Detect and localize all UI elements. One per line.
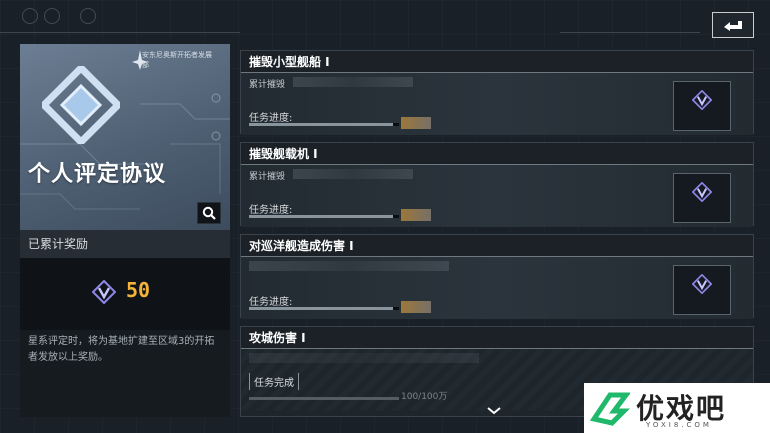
mission-card[interactable]: 摧毁小型舰船 I 累计摧毁 任务进度: [240,50,754,135]
progress-label: 任务进度: [249,205,293,216]
diamond-emblem-icon [42,66,120,144]
progress-value [401,209,431,221]
progress-value: 100/100万 [401,392,448,402]
v-badge-icon [692,182,712,202]
mission-reward-slot[interactable] [673,265,731,315]
mission-body: 任务进度: [241,257,753,319]
magnifier-icon [202,206,216,220]
v-badge-icon [692,274,712,294]
mission-card[interactable]: 摧毁舰载机 I 累计摧毁 任务进度: [240,142,754,227]
mission-body: 累计摧毁 任务进度: [241,73,753,135]
blurred-text [249,353,479,363]
back-button[interactable] [712,12,754,38]
watermark: 优戏吧 YOXI8.COM [584,383,770,433]
divider [0,32,240,33]
progress-value [401,301,431,313]
mission-title: 摧毁小型舰船 I [241,51,753,73]
mission-reward-slot[interactable] [673,173,731,223]
progress-label: 任务进度: [249,113,293,124]
mission-complete-tag: 任务完成 [249,373,299,390]
rewards-display: 50 [20,258,230,330]
progress-value [401,117,431,129]
mission-count-label: 累计摧毁 [249,80,286,90]
mission-title: 攻城伤害 I [241,327,753,349]
mission-card[interactable]: 对巡洋舰造成伤害 I 任务进度: [240,234,754,319]
v-badge-icon [692,90,712,110]
settings-icon[interactable] [22,8,38,24]
mission-reward-slot[interactable] [673,81,731,131]
return-arrow-icon [724,21,742,31]
org-name: 安东尼奥斯开拓者发展部 [142,51,212,69]
divider [560,32,700,33]
progress-bar [249,215,399,218]
mission-list[interactable]: 摧毁小型舰船 I 累计摧毁 任务进度: 摧毁舰载机 I 累计摧毁 任务进度: 对… [240,50,754,417]
mission-title: 对巡洋舰造成伤害 I [241,235,753,257]
blurred-text [293,169,413,179]
blurred-text [249,261,449,271]
mission-count-label: 累计摧毁 [249,172,286,182]
eye-icon[interactable] [80,8,96,24]
blurred-text [293,77,413,87]
reward-description: 星系评定时，将为基地扩建至区域3的开拓者发放以上奖励。 [28,336,215,363]
progress-bar [249,123,399,126]
reward-total: 50 [126,278,151,302]
progress-bar [249,307,399,310]
rewards-header: 已累计奖励 [20,230,230,258]
chevron-down-icon[interactable] [486,406,502,416]
clock-icon[interactable] [44,8,60,24]
mission-title: 摧毁舰载机 I [241,143,753,165]
protocol-title: 个人评定协议 [28,162,167,187]
mission-body: 累计摧毁 任务进度: [241,165,753,227]
watermark-url: YOXI8.COM [646,421,712,429]
progress-bar [249,397,399,400]
top-bar [0,0,770,33]
progress-label: 任务进度: [249,297,293,308]
v-badge-icon [92,280,116,304]
watermark-logo-icon [590,392,630,426]
rewards-panel: 已累计奖励 50 星系评定时，将为基地扩建至区域3的开拓者发放以上奖励。 [20,230,230,417]
search-button[interactable] [197,202,221,224]
protocol-card: 安东尼奥斯开拓者发展部 个人评定协议 [20,44,230,230]
